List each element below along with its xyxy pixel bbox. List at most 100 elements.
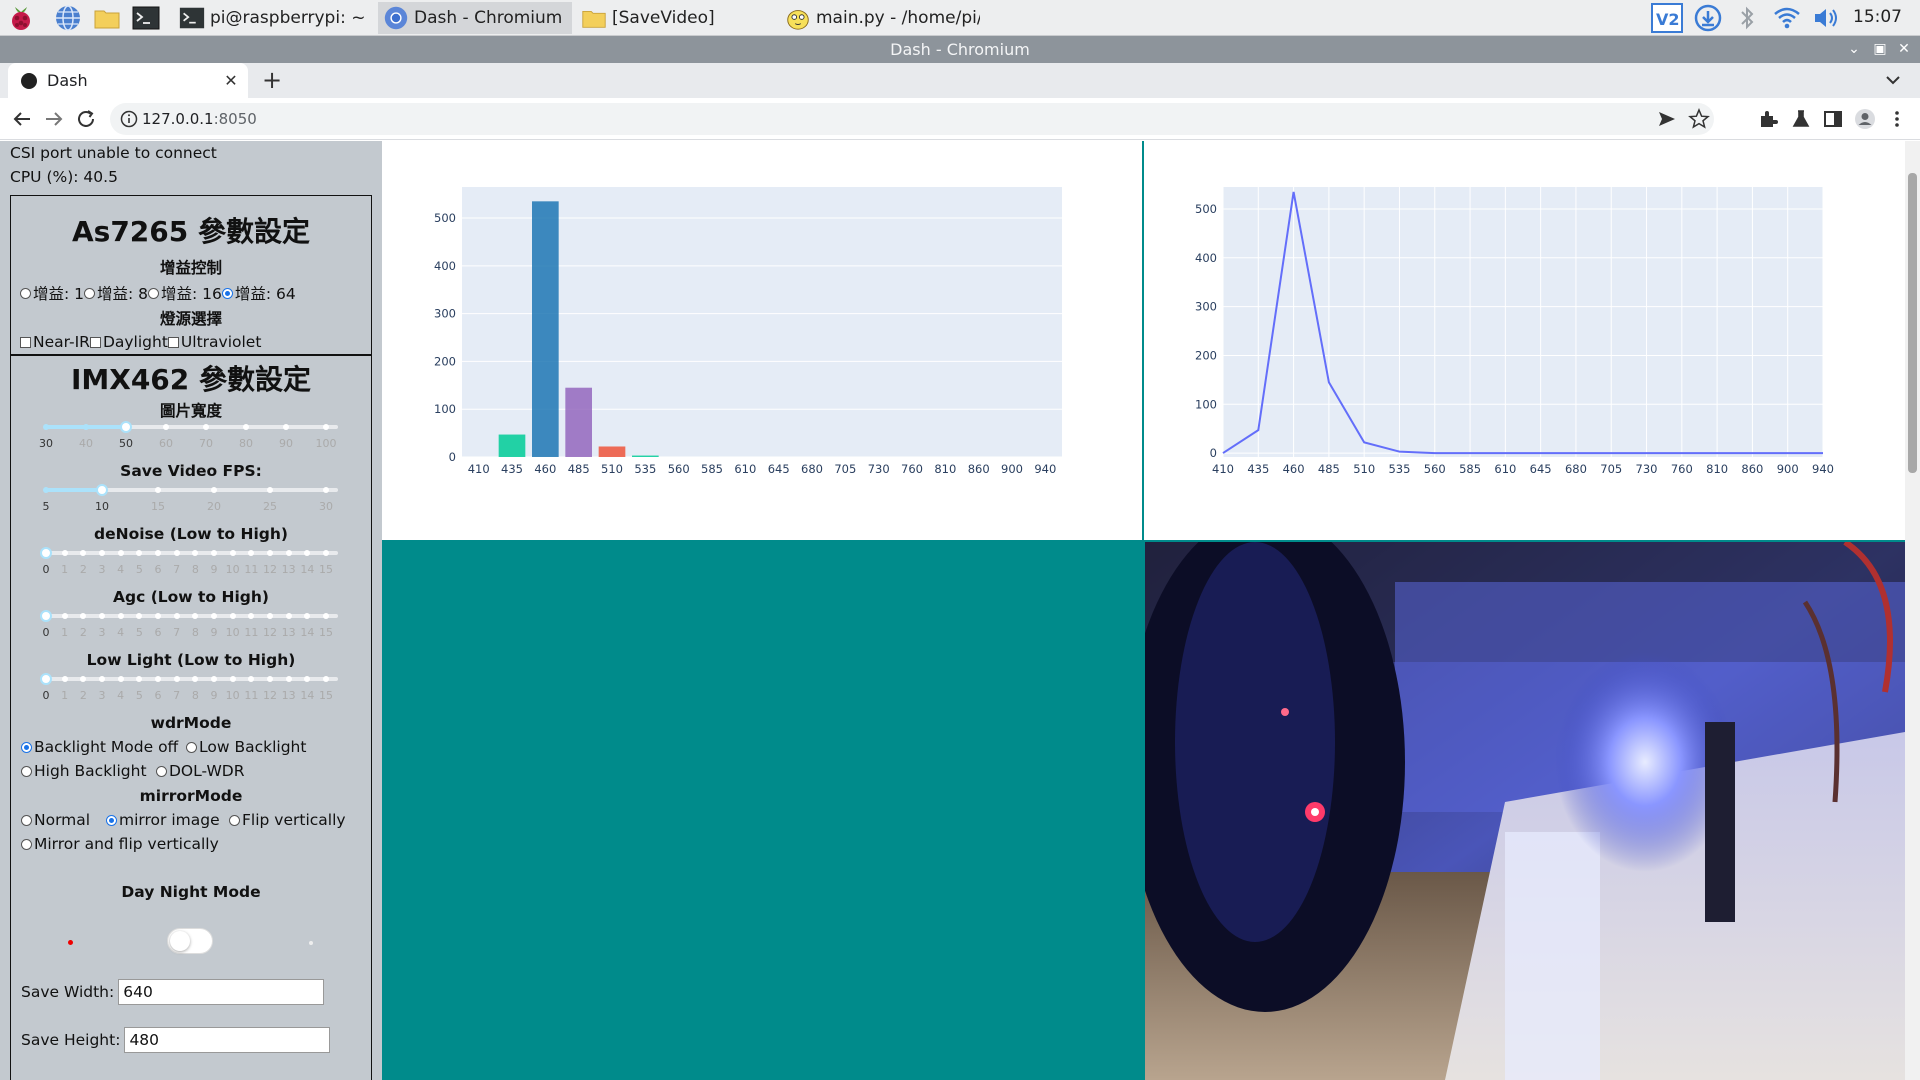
slider-tick-label[interactable]: 3 [99, 626, 106, 639]
slider-dot[interactable] [229, 613, 236, 619]
slider-dot[interactable] [43, 487, 49, 493]
slider-dot[interactable] [155, 487, 161, 493]
mirror-radio[interactable] [229, 814, 240, 826]
slider-tick-label[interactable]: 6 [155, 689, 162, 702]
slider-tick-label[interactable]: 1 [61, 626, 68, 639]
slider-tick-label[interactable]: 1 [61, 689, 68, 702]
slider-dot[interactable] [304, 613, 311, 619]
slider-dot[interactable] [203, 424, 209, 430]
volume-icon[interactable] [1810, 3, 1842, 33]
minimize-button[interactable]: ⌄ [1842, 36, 1866, 63]
slider-dot[interactable] [163, 424, 169, 430]
slider-tick-label[interactable]: 4 [117, 689, 124, 702]
light-ultraviolet[interactable]: Ultraviolet [167, 333, 261, 351]
slider-dot[interactable] [285, 550, 292, 556]
slider-tick-label[interactable]: 14 [300, 563, 314, 576]
slider-dot[interactable] [80, 613, 87, 619]
mirror-and-flip[interactable]: Mirror and flip vertically [21, 835, 219, 853]
gain-option-64[interactable]: 增益: 64 [221, 282, 296, 304]
slider-handle[interactable] [40, 673, 52, 685]
slider-tick-label[interactable]: 5 [136, 563, 143, 576]
slider-dot[interactable] [192, 613, 199, 619]
slider-dot[interactable] [61, 676, 68, 682]
slider-tick-label[interactable]: 11 [244, 626, 258, 639]
slider-tick-label[interactable]: 2 [80, 563, 87, 576]
mirror-radio[interactable] [21, 838, 32, 850]
slider-dot[interactable] [267, 550, 273, 556]
close-tab-icon[interactable]: ✕ [220, 71, 242, 90]
slider-dot[interactable] [211, 550, 217, 556]
slider-tick-label[interactable]: 90 [279, 437, 293, 450]
fps-slider[interactable]: 5 10 15 20 25 30 [34, 480, 338, 514]
slider-tick-label[interactable]: 13 [282, 563, 296, 576]
browser-menu-icon[interactable] [1886, 108, 1908, 130]
slider-dot[interactable] [136, 613, 143, 619]
slider-tick-label[interactable]: 12 [263, 626, 277, 639]
slider-dot[interactable] [136, 550, 143, 556]
slider-tick-label[interactable]: 15 [319, 626, 333, 639]
web-browser-icon[interactable] [53, 3, 83, 33]
slider-dot[interactable] [61, 550, 68, 556]
slider-tick-label[interactable]: 0 [43, 563, 50, 576]
slider-handle[interactable] [40, 610, 52, 622]
back-arrow-icon[interactable] [10, 107, 34, 131]
mirror-radio[interactable] [21, 814, 32, 826]
slider-tick-label[interactable]: 15 [151, 500, 165, 513]
image-width-slider[interactable]: 30 40 50 60 70 80 90 100 [34, 417, 338, 451]
slider-dot[interactable] [99, 550, 105, 556]
slider-dot[interactable] [283, 424, 289, 430]
clock[interactable]: 15:07 [1853, 7, 1902, 27]
slider-dot[interactable] [323, 487, 329, 493]
slider-tick-label[interactable]: 8 [192, 689, 199, 702]
slider-tick-label[interactable]: 7 [173, 626, 180, 639]
slider-tick-label[interactable]: 2 [80, 689, 87, 702]
spectrum-bar-graph[interactable]: 0 100 200 300 400 500 410 435 460 485 510 535 560 585… [382, 141, 1143, 540]
slider-tick-label[interactable]: 8 [192, 563, 199, 576]
checkbox[interactable] [20, 336, 31, 348]
slider-tick-label[interactable]: 4 [117, 626, 124, 639]
slider-dot[interactable] [43, 424, 49, 430]
slider-dot[interactable] [267, 487, 273, 493]
slider-tick-label[interactable]: 14 [300, 626, 314, 639]
slider-tick-label[interactable]: 8 [192, 626, 199, 639]
slider-tick-label[interactable]: 100 [316, 437, 337, 450]
slider-dot[interactable] [173, 613, 180, 619]
slider-tick-label[interactable]: 0 [43, 689, 50, 702]
slider-tick-label[interactable]: 70 [199, 437, 213, 450]
slider-dot[interactable] [192, 550, 199, 556]
slider-tick-label[interactable]: 6 [155, 563, 162, 576]
page-scrollbar[interactable] [1905, 141, 1920, 1080]
slider-dot[interactable] [155, 613, 161, 619]
slider-dot[interactable] [192, 676, 199, 682]
slider-dot[interactable] [243, 424, 249, 430]
slider-dot[interactable] [267, 613, 273, 619]
slider-dot[interactable] [99, 613, 105, 619]
slider-dot[interactable] [117, 676, 124, 682]
slider-dot[interactable] [285, 613, 292, 619]
slider-dot[interactable] [229, 676, 236, 682]
gain-radio[interactable] [84, 287, 96, 299]
slider-tick-label[interactable]: 9 [211, 626, 218, 639]
mirror-radio-selected[interactable] [106, 814, 117, 826]
send-tab-icon[interactable] [1656, 108, 1678, 130]
slider-dot[interactable] [248, 613, 255, 619]
slider-dot[interactable] [248, 676, 255, 682]
slider-tick-label[interactable]: 3 [99, 689, 106, 702]
spectrum-line-graph[interactable]: 0 100 200 300 400 500 410 435 460 485 510 535 560 585… [1144, 141, 1905, 540]
address-bar[interactable]: 127.0.0.1:8050 [110, 103, 1714, 135]
slider-dot[interactable] [323, 424, 329, 430]
slider-dot[interactable] [173, 550, 180, 556]
slider-tick-label[interactable]: 14 [300, 689, 314, 702]
slider-tick-label[interactable]: 0 [43, 626, 50, 639]
slider-tick-label[interactable]: 30 [319, 500, 333, 513]
slider-tick-label[interactable]: 5 [43, 500, 50, 513]
wdr-radio-selected[interactable] [21, 741, 32, 753]
slider-dot[interactable] [248, 550, 255, 556]
terminal-icon[interactable] [131, 3, 161, 33]
extensions-icon[interactable] [1757, 108, 1779, 130]
wdr-radio[interactable] [186, 741, 197, 753]
reload-icon[interactable] [74, 107, 98, 131]
save-height-input[interactable]: 480 [124, 1027, 331, 1053]
wifi-icon[interactable] [1771, 3, 1803, 33]
slider-tick-label[interactable]: 7 [173, 689, 180, 702]
